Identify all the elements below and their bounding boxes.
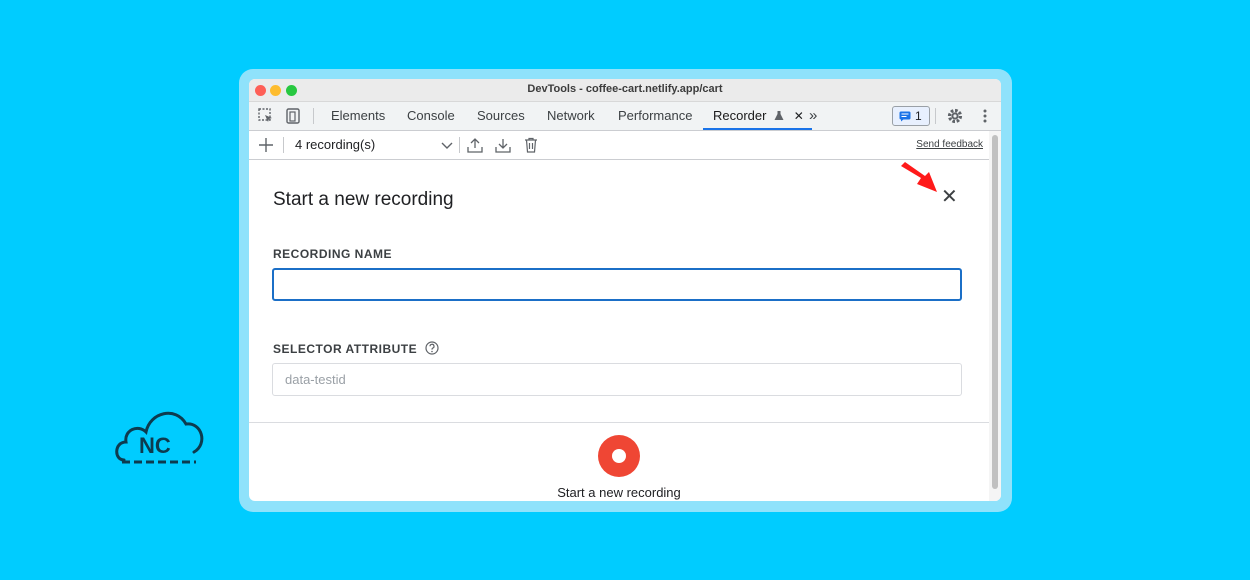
toolbar-separator [935, 108, 936, 124]
red-arrow-annotation-icon [901, 162, 937, 192]
chevron-down-icon[interactable] [438, 136, 456, 154]
title-bar: DevTools - coffee-cart.netlify.app/cart [249, 79, 1001, 102]
recorder-toolbar: 4 recording(s) Send feedback [249, 131, 989, 160]
tab-performance[interactable]: Performance [618, 102, 692, 130]
record-icon [612, 449, 626, 463]
tab-recorder[interactable]: Recorder ✕ [703, 102, 812, 130]
close-tab-icon[interactable]: ✕ [794, 109, 804, 123]
delete-trash-icon[interactable] [522, 136, 540, 154]
vertical-scrollbar[interactable] [989, 131, 1001, 501]
toolbar-separator [459, 137, 460, 153]
devtools-window: DevTools - coffee-cart.netlify.app/cart … [249, 79, 1001, 501]
close-panel-icon[interactable]: ✕ [941, 184, 958, 209]
tab-elements[interactable]: Elements [331, 102, 385, 130]
panel-title: Start a new recording [273, 189, 454, 210]
selector-attribute-label-text: SELECTOR ATTRIBUTE [273, 342, 418, 356]
send-feedback-link[interactable]: Send feedback [916, 139, 983, 150]
start-recording-button[interactable] [598, 435, 640, 477]
devtools-tab-bar: Elements Console Sources Network Perform… [249, 102, 1001, 131]
create-recording-panel: Start a new recording ✕ RECORDING NAME S… [249, 160, 989, 501]
toolbar-separator [283, 137, 284, 153]
issues-count: 1 [915, 109, 922, 123]
inspect-element-icon[interactable] [257, 107, 275, 125]
window-title: DevTools - coffee-cart.netlify.app/cart [527, 83, 723, 95]
start-recording-caption: Start a new recording [557, 485, 681, 500]
tab-recorder-label: Recorder [713, 108, 767, 123]
import-download-icon[interactable] [494, 136, 512, 154]
add-recording-icon[interactable] [257, 136, 275, 154]
tab-network[interactable]: Network [547, 102, 595, 130]
recording-name-label: RECORDING NAME [273, 247, 393, 261]
recordings-select[interactable]: 4 recording(s) [295, 137, 375, 152]
device-toolbar-icon[interactable] [284, 107, 302, 125]
tab-sources[interactable]: Sources [477, 102, 525, 130]
tab-console[interactable]: Console [407, 102, 455, 130]
settings-gear-icon[interactable] [946, 107, 964, 125]
more-options-icon[interactable] [976, 107, 994, 125]
selector-attribute-label: SELECTOR ATTRIBUTE [273, 341, 439, 356]
recording-name-input[interactable] [272, 268, 962, 301]
nc-cloud-logo: NC [115, 411, 204, 464]
panel-divider [249, 422, 989, 423]
logo-text: NC [139, 433, 171, 458]
more-tabs-icon[interactable]: » [809, 102, 817, 130]
toolbar-separator [313, 108, 314, 124]
message-icon [899, 111, 911, 122]
export-upload-icon[interactable] [466, 136, 484, 154]
help-question-icon[interactable] [425, 341, 439, 355]
scrollbar-thumb[interactable] [992, 135, 998, 489]
experiment-flask-icon [774, 111, 784, 120]
selector-attribute-input[interactable] [272, 363, 962, 396]
issues-badge[interactable]: 1 [892, 106, 930, 126]
